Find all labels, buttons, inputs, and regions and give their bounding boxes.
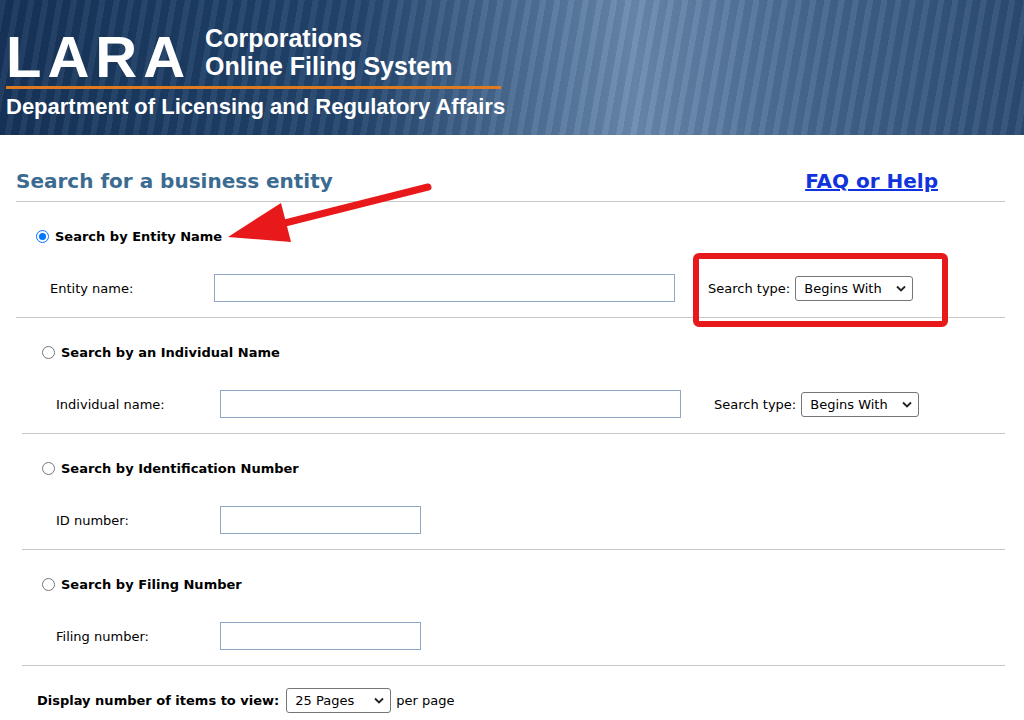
text-input[interactable] xyxy=(220,506,421,534)
search-form: Search by Entity Name Entity name: Searc… xyxy=(16,201,1005,666)
radio-label[interactable]: Search by Identification Number xyxy=(61,461,299,476)
radio-dot-icon xyxy=(39,233,46,240)
red-arrow-icon xyxy=(226,179,436,249)
chevron-down-icon xyxy=(896,285,906,292)
radio-icon[interactable] xyxy=(42,346,55,359)
system-title-line: Online Filing System xyxy=(205,52,452,80)
radio-icon[interactable] xyxy=(36,230,49,243)
radio-icon[interactable] xyxy=(42,462,55,475)
select-value: Begins With xyxy=(804,281,881,296)
highlight-box xyxy=(693,253,948,327)
search-type-group: Search type: Begins With xyxy=(714,392,919,417)
text-input[interactable] xyxy=(220,390,681,418)
select-value: Begins With xyxy=(810,397,887,412)
field-label: ID number: xyxy=(56,513,220,528)
page-size-select[interactable]: 25 Pages xyxy=(286,688,391,713)
display-row: Display number of items to view: 25 Page… xyxy=(0,666,1024,713)
radio-option[interactable]: Search by an Individual Name xyxy=(42,342,1005,362)
field-row: Entity name: Search type: Begins With xyxy=(36,274,1005,302)
field-label: Filing number: xyxy=(56,629,220,644)
text-input[interactable] xyxy=(214,274,675,302)
radio-option[interactable]: Search by Entity Name xyxy=(36,226,1005,246)
radio-label[interactable]: Search by Filing Number xyxy=(61,577,242,592)
field-row: Filing number: xyxy=(42,622,1005,650)
field-row: ID number: xyxy=(42,506,1005,534)
radio-icon[interactable] xyxy=(42,578,55,591)
search-option: Search by Filing Number Filing number: xyxy=(22,550,1005,666)
system-title-line: Corporations xyxy=(205,24,452,52)
department-name: Department of Licensing and Regulatory A… xyxy=(6,94,1024,120)
radio-option[interactable]: Search by Filing Number xyxy=(42,574,1005,594)
search-option: Search by an Individual Name Individual … xyxy=(22,318,1005,434)
chevron-down-icon xyxy=(902,401,912,408)
search-option: Search by Identification Number ID numbe… xyxy=(22,434,1005,550)
system-title: CorporationsOnline Filing System xyxy=(205,24,452,80)
radio-label[interactable]: Search by an Individual Name xyxy=(61,345,280,360)
logo-underline xyxy=(6,86,501,89)
search-option: Search by Entity Name Entity name: Searc… xyxy=(16,202,1005,318)
search-type-group: Search type: Begins With xyxy=(708,276,913,301)
search-type-select[interactable]: Begins With xyxy=(795,276,913,301)
search-type-label: Search type: xyxy=(714,397,796,412)
page: LARA CorporationsOnline Filing System De… xyxy=(0,0,1024,720)
chevron-down-icon xyxy=(374,697,384,704)
help-link[interactable]: FAQ or Help xyxy=(805,169,938,193)
field-label: Individual name: xyxy=(56,397,220,412)
radio-label[interactable]: Search by Entity Name xyxy=(55,229,222,244)
display-label: Display number of items to view: xyxy=(37,693,279,708)
select-value: 25 Pages xyxy=(295,693,354,708)
text-input[interactable] xyxy=(220,622,421,650)
display-suffix: per page xyxy=(396,693,454,708)
page-title: Search for a business entity xyxy=(16,169,333,193)
logo: LARA CorporationsOnline Filing System xyxy=(6,24,1024,80)
search-type-select[interactable]: Begins With xyxy=(801,392,919,417)
search-type-label: Search type: xyxy=(708,281,790,296)
logo-text: LARA xyxy=(6,34,191,80)
field-label: Entity name: xyxy=(50,281,214,296)
header-banner: LARA CorporationsOnline Filing System De… xyxy=(0,0,1024,135)
radio-option[interactable]: Search by Identification Number xyxy=(42,458,1005,478)
title-row: Search for a business entity FAQ or Help xyxy=(0,135,1024,201)
field-row: Individual name: Search type: Begins Wit… xyxy=(42,390,1005,418)
